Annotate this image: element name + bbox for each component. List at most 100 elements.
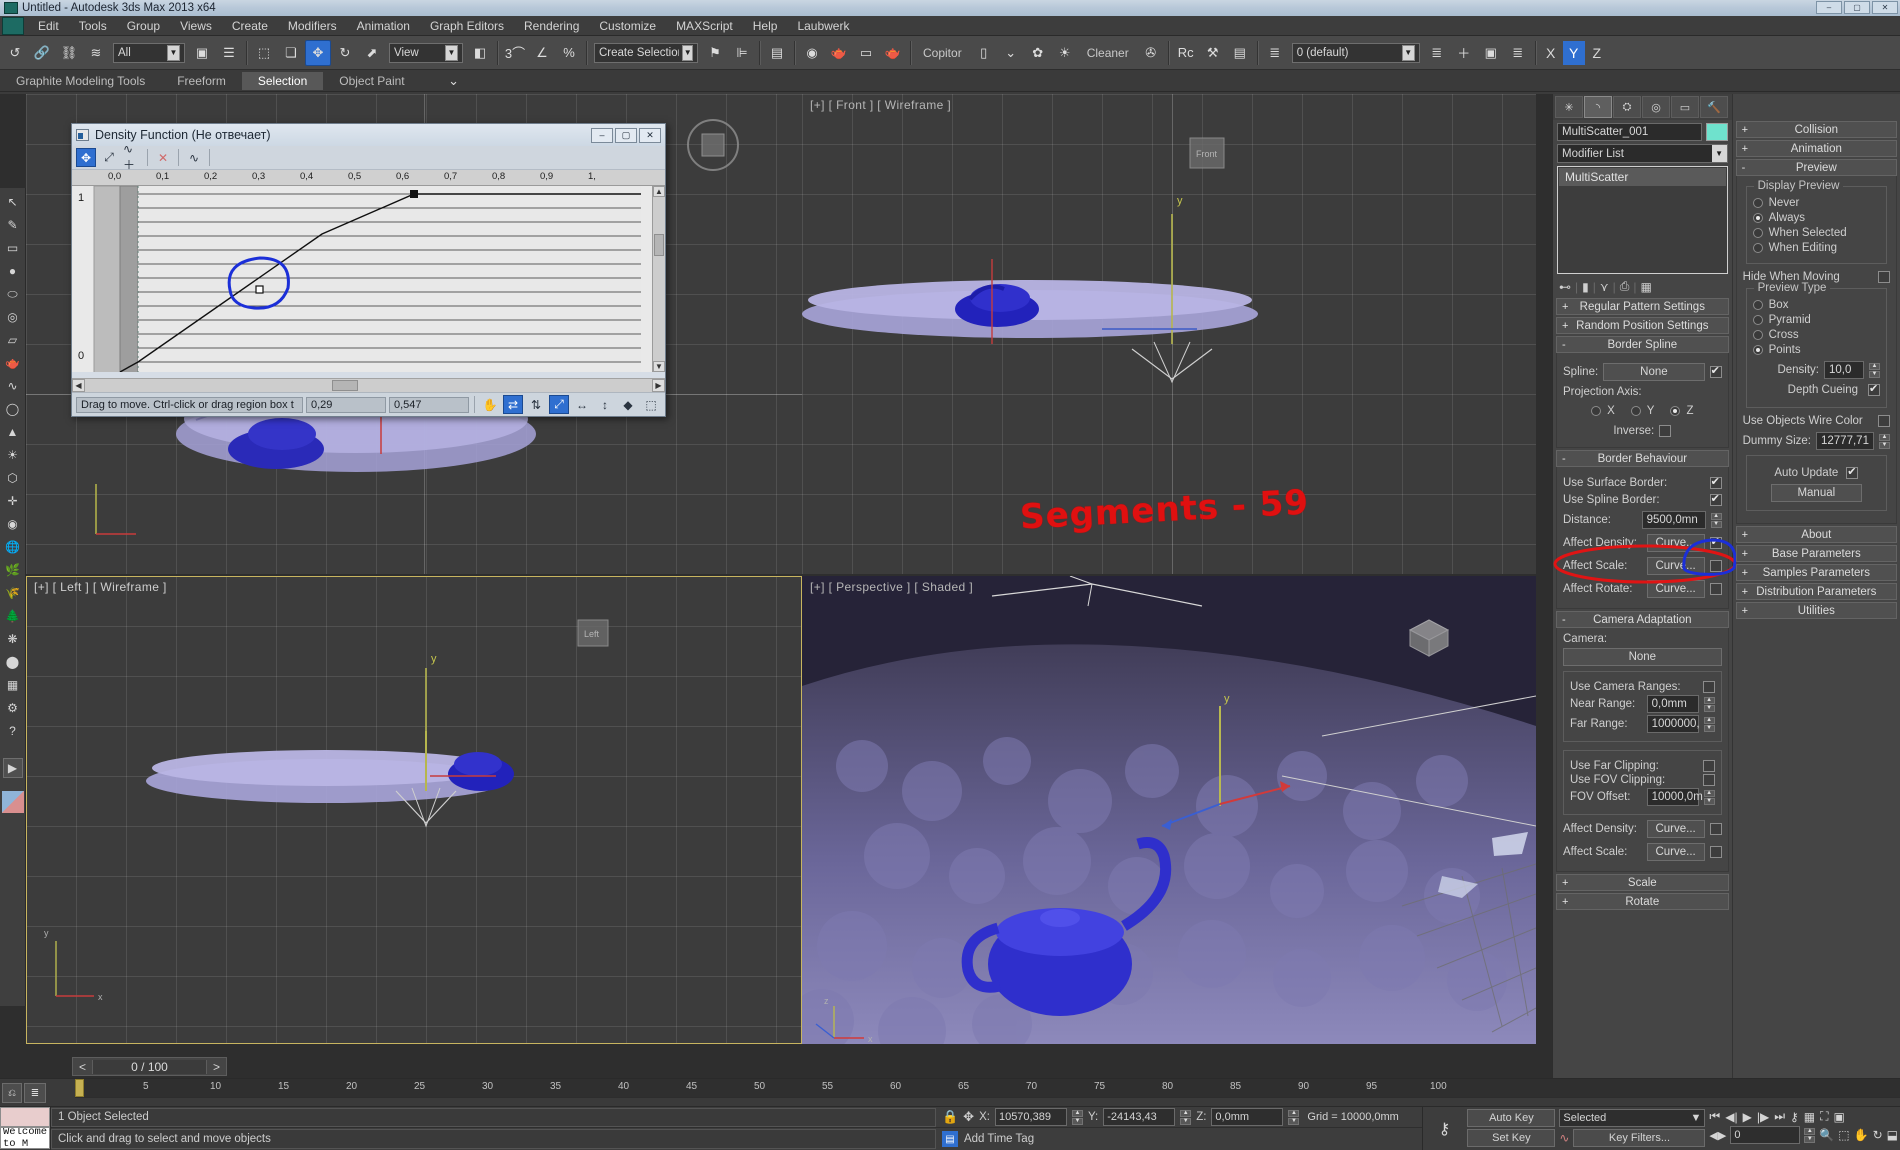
current-frame-spinner[interactable]: ▲ ▼	[1804, 1127, 1816, 1143]
menu-item-views[interactable]: Views	[170, 17, 222, 35]
density-function-dialog[interactable]: Density Function (Не отвечает) – ▢ ✕ ✥ ⤢…	[71, 123, 666, 417]
chevron-down-icon[interactable]: ▼	[1711, 145, 1727, 162]
dialog-curve-graph[interactable]: 1 0 ▲ ▼	[72, 186, 665, 372]
menu-item-help[interactable]: Help	[743, 17, 788, 35]
select-by-name-icon[interactable]: ☰	[216, 40, 242, 66]
spline-tool-icon[interactable]: ∿	[3, 376, 23, 396]
cylinder-tool-icon[interactable]: ⬭	[3, 284, 23, 304]
use-far-clipping-checkbox[interactable]	[1702, 760, 1715, 772]
preview-type-points[interactable]: Points	[1752, 344, 1880, 356]
affect-density-checkbox[interactable]	[1709, 535, 1722, 549]
rollup-preview-header[interactable]: - Preview	[1735, 159, 1897, 176]
preview-type-pyramid[interactable]: Pyramid	[1752, 314, 1880, 326]
dummy-size-field[interactable]: 12777,71	[1816, 432, 1874, 450]
fov-offset-field[interactable]: 10000,0m	[1646, 788, 1703, 806]
move-key-icon[interactable]: ✥	[76, 148, 96, 167]
viewport-perspective-label[interactable]: [+] [ Perspective ] [ Shaded ]	[810, 580, 973, 594]
coord-x-field[interactable]: 10570,389	[994, 1108, 1067, 1126]
menu-item-animation[interactable]: Animation	[347, 17, 420, 35]
angle-snap-toggle-icon[interactable]: ∠	[529, 40, 555, 66]
time-configuration-icon[interactable]: ▦	[1804, 1110, 1815, 1124]
radio-never[interactable]	[1752, 198, 1763, 208]
current-frame-icon[interactable]: ◀▶	[1709, 1129, 1726, 1142]
select-object-icon[interactable]: ▣	[189, 40, 215, 66]
use-surface-border-checkbox[interactable]	[1709, 475, 1722, 489]
menu-item-graph-editors[interactable]: Graph Editors	[420, 17, 514, 35]
go-to-start-icon[interactable]: ⏮	[1709, 1109, 1720, 1124]
animation-curve-icon[interactable]: ∿	[1559, 1131, 1569, 1145]
window-crossing-icon[interactable]: ❏	[278, 40, 304, 66]
maximize-viewport-icon[interactable]: ▣	[1834, 1110, 1845, 1124]
orbit-viewport-icon[interactable]: ↻	[1873, 1128, 1883, 1142]
snaps-toggle-icon[interactable]: 3⌒	[502, 40, 528, 66]
rendered-frame-window-icon[interactable]: ▭	[853, 40, 879, 66]
rollup-distribution-parameters[interactable]: + Distribution Parameters	[1735, 583, 1897, 600]
percent-snap-toggle-icon[interactable]: %	[556, 40, 582, 66]
cone-tool-icon[interactable]: ▲	[3, 422, 23, 442]
radio-pyramid[interactable]	[1752, 315, 1763, 325]
render-shortcut-icon[interactable]: ⚒	[1200, 40, 1226, 66]
forestpack-icon[interactable]: ☀	[1052, 40, 1078, 66]
radio-cross[interactable]	[1752, 330, 1763, 340]
inverse-checkbox[interactable]	[1659, 425, 1672, 437]
multiscatter-icon[interactable]: ✿	[1025, 40, 1051, 66]
camera-affect-scale-checkbox[interactable]	[1709, 846, 1722, 858]
dialog-x-value-field[interactable]: 0,29	[306, 396, 386, 413]
camera-tool-icon[interactable]: ⬡	[3, 468, 23, 488]
view-cube-perspective[interactable]	[1398, 604, 1456, 662]
remove-modifier-icon[interactable]: ⎙	[1620, 279, 1630, 294]
display-option-never[interactable]: Never	[1752, 197, 1880, 209]
frame-vertical-icon[interactable]: ↕	[595, 395, 615, 414]
mirror-icon[interactable]: ⚑	[702, 40, 728, 66]
rollup-camera-adaptation-header[interactable]: - Camera Adaptation	[1556, 611, 1729, 628]
key-mode-combo[interactable]: Selected ▼	[1559, 1109, 1706, 1127]
use-pivot-point-center-icon[interactable]: ◧	[467, 40, 493, 66]
texture-tool-icon[interactable]: ▦	[3, 675, 23, 695]
motion-tab[interactable]: ◎	[1642, 96, 1670, 118]
chevron-down-icon[interactable]: ▼	[1401, 44, 1415, 61]
radio-points[interactable]	[1752, 345, 1763, 355]
use-camera-ranges-checkbox[interactable]	[1702, 681, 1715, 693]
box-tool-icon[interactable]: ▭	[3, 238, 23, 258]
time-tag-icon[interactable]: ▤	[941, 1131, 958, 1147]
frame-horizontal-icon[interactable]: ↔	[572, 395, 592, 414]
dialog-minimize-button[interactable]: –	[591, 127, 613, 143]
ribbon-options-icon[interactable]: ⌄	[441, 68, 467, 94]
dialog-title-bar[interactable]: Density Function (Не отвечает) – ▢ ✕	[72, 124, 665, 146]
depth-cueing-checkbox[interactable]	[1868, 382, 1880, 396]
zoom-region-box-icon[interactable]: ⬚	[641, 395, 661, 414]
menu-item-create[interactable]: Create	[222, 17, 278, 35]
rollup-random-position-settings[interactable]: + Random Position Settings	[1556, 317, 1729, 334]
camera-affect-density-curve-button[interactable]: Curve...	[1646, 820, 1705, 838]
material-editor-icon[interactable]: ◉	[799, 40, 825, 66]
scroll-right-icon[interactable]: ▶	[652, 379, 665, 392]
scatter-tool-icon[interactable]: ❋	[3, 629, 23, 649]
cleaner-label[interactable]: Cleaner	[1079, 46, 1137, 60]
scroll-thumb[interactable]	[654, 234, 664, 256]
add-to-layer-icon[interactable]: ≣	[1424, 40, 1450, 66]
display-option-when-selected[interactable]: When Selected	[1752, 227, 1880, 239]
rollup-rotate[interactable]: + Rotate	[1556, 893, 1729, 910]
render-setup-icon[interactable]: 🫖	[826, 40, 852, 66]
maxscript-mini-listener[interactable]: Welcome to M	[0, 1107, 51, 1150]
help-tool-icon[interactable]: ?	[3, 721, 23, 741]
add-point-icon[interactable]: ∿＋	[122, 142, 142, 172]
viewport-front[interactable]: [+] [ Front ] [ Wireframe ] y Front Segm…	[802, 94, 1536, 574]
rollup-collision[interactable]: + Collision	[1735, 121, 1897, 138]
zoom-extents-icon[interactable]: ⛶	[1820, 1109, 1828, 1124]
dummy-size-spinner[interactable]: ▲ ▼	[1879, 433, 1890, 449]
frame-indicator-value[interactable]: 0 / 100	[93, 1059, 206, 1074]
ribbon-tab-freeform[interactable]: Freeform	[161, 72, 242, 90]
manual-update-button[interactable]: Manual	[1770, 484, 1862, 502]
menu-item-edit[interactable]: Edit	[28, 17, 69, 35]
grass-tool-icon[interactable]: 🌾	[3, 583, 23, 603]
set-key-button[interactable]: Set Key	[1467, 1129, 1556, 1147]
utilities-tab[interactable]: 🔨	[1700, 96, 1728, 118]
menu-item-group[interactable]: Group	[117, 17, 170, 35]
ribbon-tab-graphite-modeling-tools[interactable]: Graphite Modeling Tools	[0, 72, 161, 90]
select-and-rotate-icon[interactable]: ↻	[332, 40, 358, 66]
menu-item-customize[interactable]: Customize	[589, 17, 666, 35]
modifier-stack-item-multiscatter[interactable]: MultiScatter	[1559, 168, 1726, 186]
torus-tool-icon[interactable]: ◎	[3, 307, 23, 327]
key-mode-icon[interactable]: ⚷	[1423, 1107, 1465, 1150]
